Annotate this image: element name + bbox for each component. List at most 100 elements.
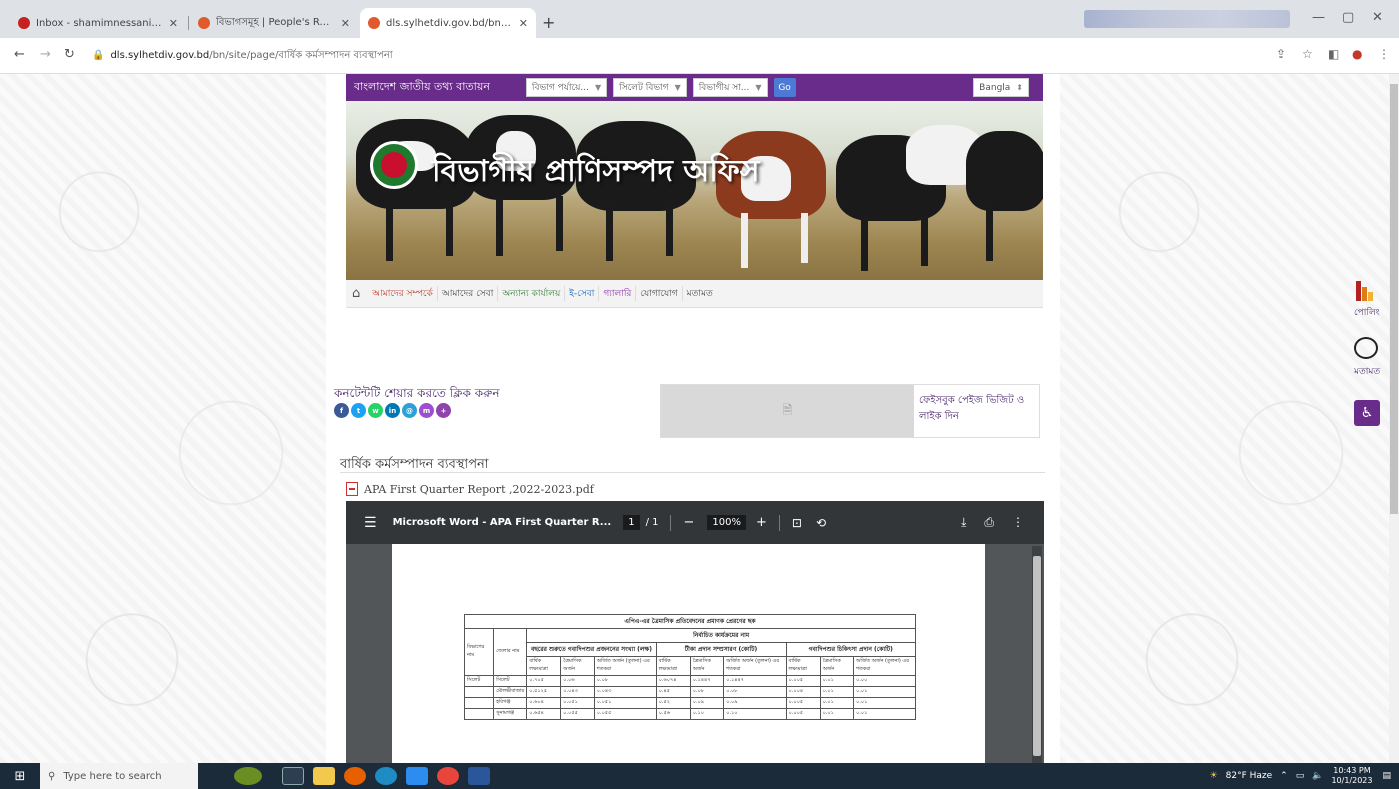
facebook-embed-placeholder: 🗎 (661, 385, 914, 437)
forward-arrow-icon[interactable]: → (40, 47, 51, 62)
clock[interactable]: 10:43 PM 10/1/2023 (1331, 766, 1372, 786)
weather-text[interactable]: 82°F Haze (1226, 771, 1273, 781)
office-select[interactable]: বিভাগীয় সা... ▼ (692, 78, 768, 97)
tray-overflow-icon[interactable]: ⌃ (1280, 771, 1288, 781)
facebook-share-icon[interactable]: f (334, 403, 349, 418)
table-row: হবিগঞ্জ ০.৬০৪ ০.০৫১ ০.০৫১ ০.৫২ ০.০৯ ০.০৯ ০.০০৫ ০… (463, 697, 916, 709)
division-level-select[interactable]: বিভাগ পর্যায়ে... ▼ (525, 78, 608, 97)
tab-title: বিভাগসমূহ | People's Republic o (216, 16, 335, 28)
share-more-share-icon[interactable]: + (436, 403, 451, 418)
file-explorer-icon[interactable] (313, 767, 335, 785)
tab-title: Inbox - shamimnessanims@gm (36, 17, 163, 29)
facebook-visit-link[interactable]: ফেইসবুক পেইজ ভিজিট ও লাইক দিন (919, 393, 1037, 425)
more-options-icon[interactable]: ⋮ (1012, 515, 1024, 530)
page-scrollbar-thumb[interactable] (1390, 84, 1398, 514)
pdf-scrollbar-thumb[interactable] (1033, 556, 1041, 756)
email-share-icon[interactable]: @ (402, 403, 417, 418)
volume-icon[interactable]: 🔈 (1312, 771, 1323, 781)
language-select[interactable]: Bangla ⬍ (973, 78, 1029, 97)
side-panel-icon[interactable]: ◧ (1328, 47, 1339, 61)
main-menu: ⌂ আমাদের সম্পর্কে আমাদের সেবা অন্যান্য ক… (346, 280, 1043, 308)
edge-icon[interactable] (375, 767, 397, 785)
reload-icon[interactable]: ↻ (64, 47, 75, 62)
new-tab-button[interactable]: + (542, 13, 555, 32)
web-page: বাংলাদেশ জাতীয় তথ্য বাতায়ন বিভাগ পর্যা… (0, 74, 1399, 763)
task-view-icon[interactable] (282, 767, 304, 785)
go-button[interactable]: Go (773, 78, 796, 97)
whatsapp-share-icon[interactable]: w (368, 403, 383, 418)
window-close-icon[interactable]: ✕ (1372, 10, 1383, 25)
network-icon[interactable]: ▭ (1296, 771, 1305, 781)
hamburger-menu-icon[interactable]: ☰ (364, 515, 377, 531)
rotate-icon[interactable]: ⟲ (816, 516, 826, 530)
system-tray: ☀ 82°F Haze ⌃ ▭ 🔈 10:43 PM 10/1/2023 ▤ (1210, 763, 1399, 789)
table-row: সুনামগঞ্জ ০.৬৫৪ ০.০৫৫ ০.০৫৫ ০.৫৬ ০.১০ ০.১০ ০.০০… (463, 708, 916, 720)
close-icon[interactable]: ✕ (169, 17, 178, 30)
lock-icon: 🔒 (92, 50, 105, 61)
feedback-label[interactable]: মতামত (1354, 364, 1380, 379)
zoom-app-icon[interactable] (406, 767, 428, 785)
menu-other-offices[interactable]: অন্যান্য কার্যালয় (497, 286, 564, 301)
close-icon[interactable]: ✕ (519, 17, 528, 30)
bookmark-star-icon[interactable]: ☆ (1302, 47, 1313, 61)
broken-image-icon: 🗎 (782, 402, 793, 417)
menu-feedback[interactable]: মতামত (681, 286, 717, 301)
table-row: সিলেট সিলেট ০.৭০৫ ০.০৬ ০.০৮ ০.৬০৭৪ ০.১৪৪৭ ০.১৪৪… (463, 675, 916, 687)
messenger-share-icon[interactable]: m (419, 403, 434, 418)
poll-label[interactable]: পোলিং (1354, 305, 1380, 320)
page-number-input[interactable]: 1 (623, 515, 640, 530)
chevron-down-icon: ⬍ (1016, 83, 1023, 92)
menu-e-service[interactable]: ই-সেবা (564, 286, 598, 301)
zoom-level-input[interactable]: 100% (707, 515, 746, 530)
share-page-icon[interactable]: ⇪ (1276, 47, 1286, 61)
home-icon[interactable]: ⌂ (352, 286, 360, 301)
zoom-in-icon[interactable]: + (756, 515, 767, 530)
tab-active-dls[interactable]: dls.sylhetdiv.gov.bd/bn/site/pa ✕ (360, 8, 536, 38)
maximize-icon[interactable]: ▢ (1342, 10, 1354, 25)
chevron-down-icon: ▼ (595, 83, 602, 92)
site-favicon-icon (198, 17, 210, 29)
twitter-share-icon[interactable]: t (351, 403, 366, 418)
share-prompt: কনটেন্টটি শেয়ার করতে ক্লিক করুন (334, 386, 500, 400)
pdf-file-icon (346, 482, 358, 496)
minimize-icon[interactable]: — (1312, 10, 1325, 25)
feedback-chat-icon[interactable] (1354, 337, 1378, 359)
division-select[interactable]: সিলেট বিভাগ ▼ (613, 78, 687, 97)
menu-contact[interactable]: যোগাযোগ (635, 286, 681, 301)
menu-gallery[interactable]: গ্যালারি (598, 286, 635, 301)
linkedin-share-icon[interactable]: in (385, 403, 400, 418)
chrome-icon[interactable] (437, 767, 459, 785)
back-arrow-icon[interactable]: ← (14, 47, 25, 62)
windows-start-icon[interactable]: ⊞ (0, 769, 40, 784)
search-icon: ⚲ (48, 770, 56, 782)
header-banner: বিভাগীয় প্রাণিসম্পদ অফিস (346, 101, 1043, 280)
browser-menu-icon[interactable]: ⋮ (1378, 47, 1390, 61)
word-icon[interactable] (468, 767, 490, 785)
bangladesh-emblem-logo[interactable] (370, 141, 418, 189)
fit-page-icon[interactable]: ⊡ (792, 516, 802, 530)
tab-people-republic[interactable]: বিভাগসমূহ | People's Republic o ✕ (190, 8, 358, 38)
zoom-out-icon[interactable]: − (683, 515, 694, 530)
portal-name[interactable]: বাংলাদেশ জাতীয় তথ্য বাতায়ন (354, 78, 490, 97)
background-pattern-left (0, 74, 330, 763)
menu-about[interactable]: আমাদের সম্পর্কে (368, 286, 437, 301)
chevron-down-icon: ▼ (674, 83, 681, 92)
cortana-doodle-icon[interactable] (234, 767, 262, 785)
notifications-icon[interactable]: ▤ (1382, 771, 1391, 781)
url-field[interactable]: 🔒 dls.sylhetdiv.gov.bd/bn/site/page/বার্ষ… (92, 48, 393, 65)
pdf-title: Microsoft Word - APA First Quarter R... (392, 517, 612, 528)
download-icon[interactable]: ⤓ (961, 515, 966, 530)
menu-services[interactable]: আমাদের সেবা (436, 286, 497, 301)
pdf-download-link[interactable]: APA First Quarter Report ,2022-2023.pdf (346, 482, 594, 496)
print-icon[interactable]: ⎙ (984, 515, 994, 530)
firefox-icon[interactable] (344, 767, 366, 785)
portal-top-bar: বাংলাদেশ জাতীয় তথ্য বাতায়ন বিভাগ পর্যা… (346, 74, 1043, 101)
accessibility-icon[interactable]: ♿ (1354, 400, 1380, 426)
tab-gmail[interactable]: Inbox - shamimnessanims@gm ✕ (10, 8, 186, 38)
table-row: মৌলভীবাজার ০.৫১২৫ ০.০৪৩ ০.০৪৩ ০.৪৫ ০.০৮ ০.০৮ ০.… (463, 686, 916, 698)
taskbar-search-input[interactable]: ⚲ Type here to search (40, 763, 198, 789)
poll-chart-icon[interactable] (1356, 281, 1378, 301)
close-icon[interactable]: ✕ (341, 17, 350, 30)
browser-tab-bar: Inbox - shamimnessanims@gm ✕ বিভাগসমূহ |… (0, 0, 1399, 38)
profile-avatar-icon[interactable]: ● (1352, 47, 1362, 61)
